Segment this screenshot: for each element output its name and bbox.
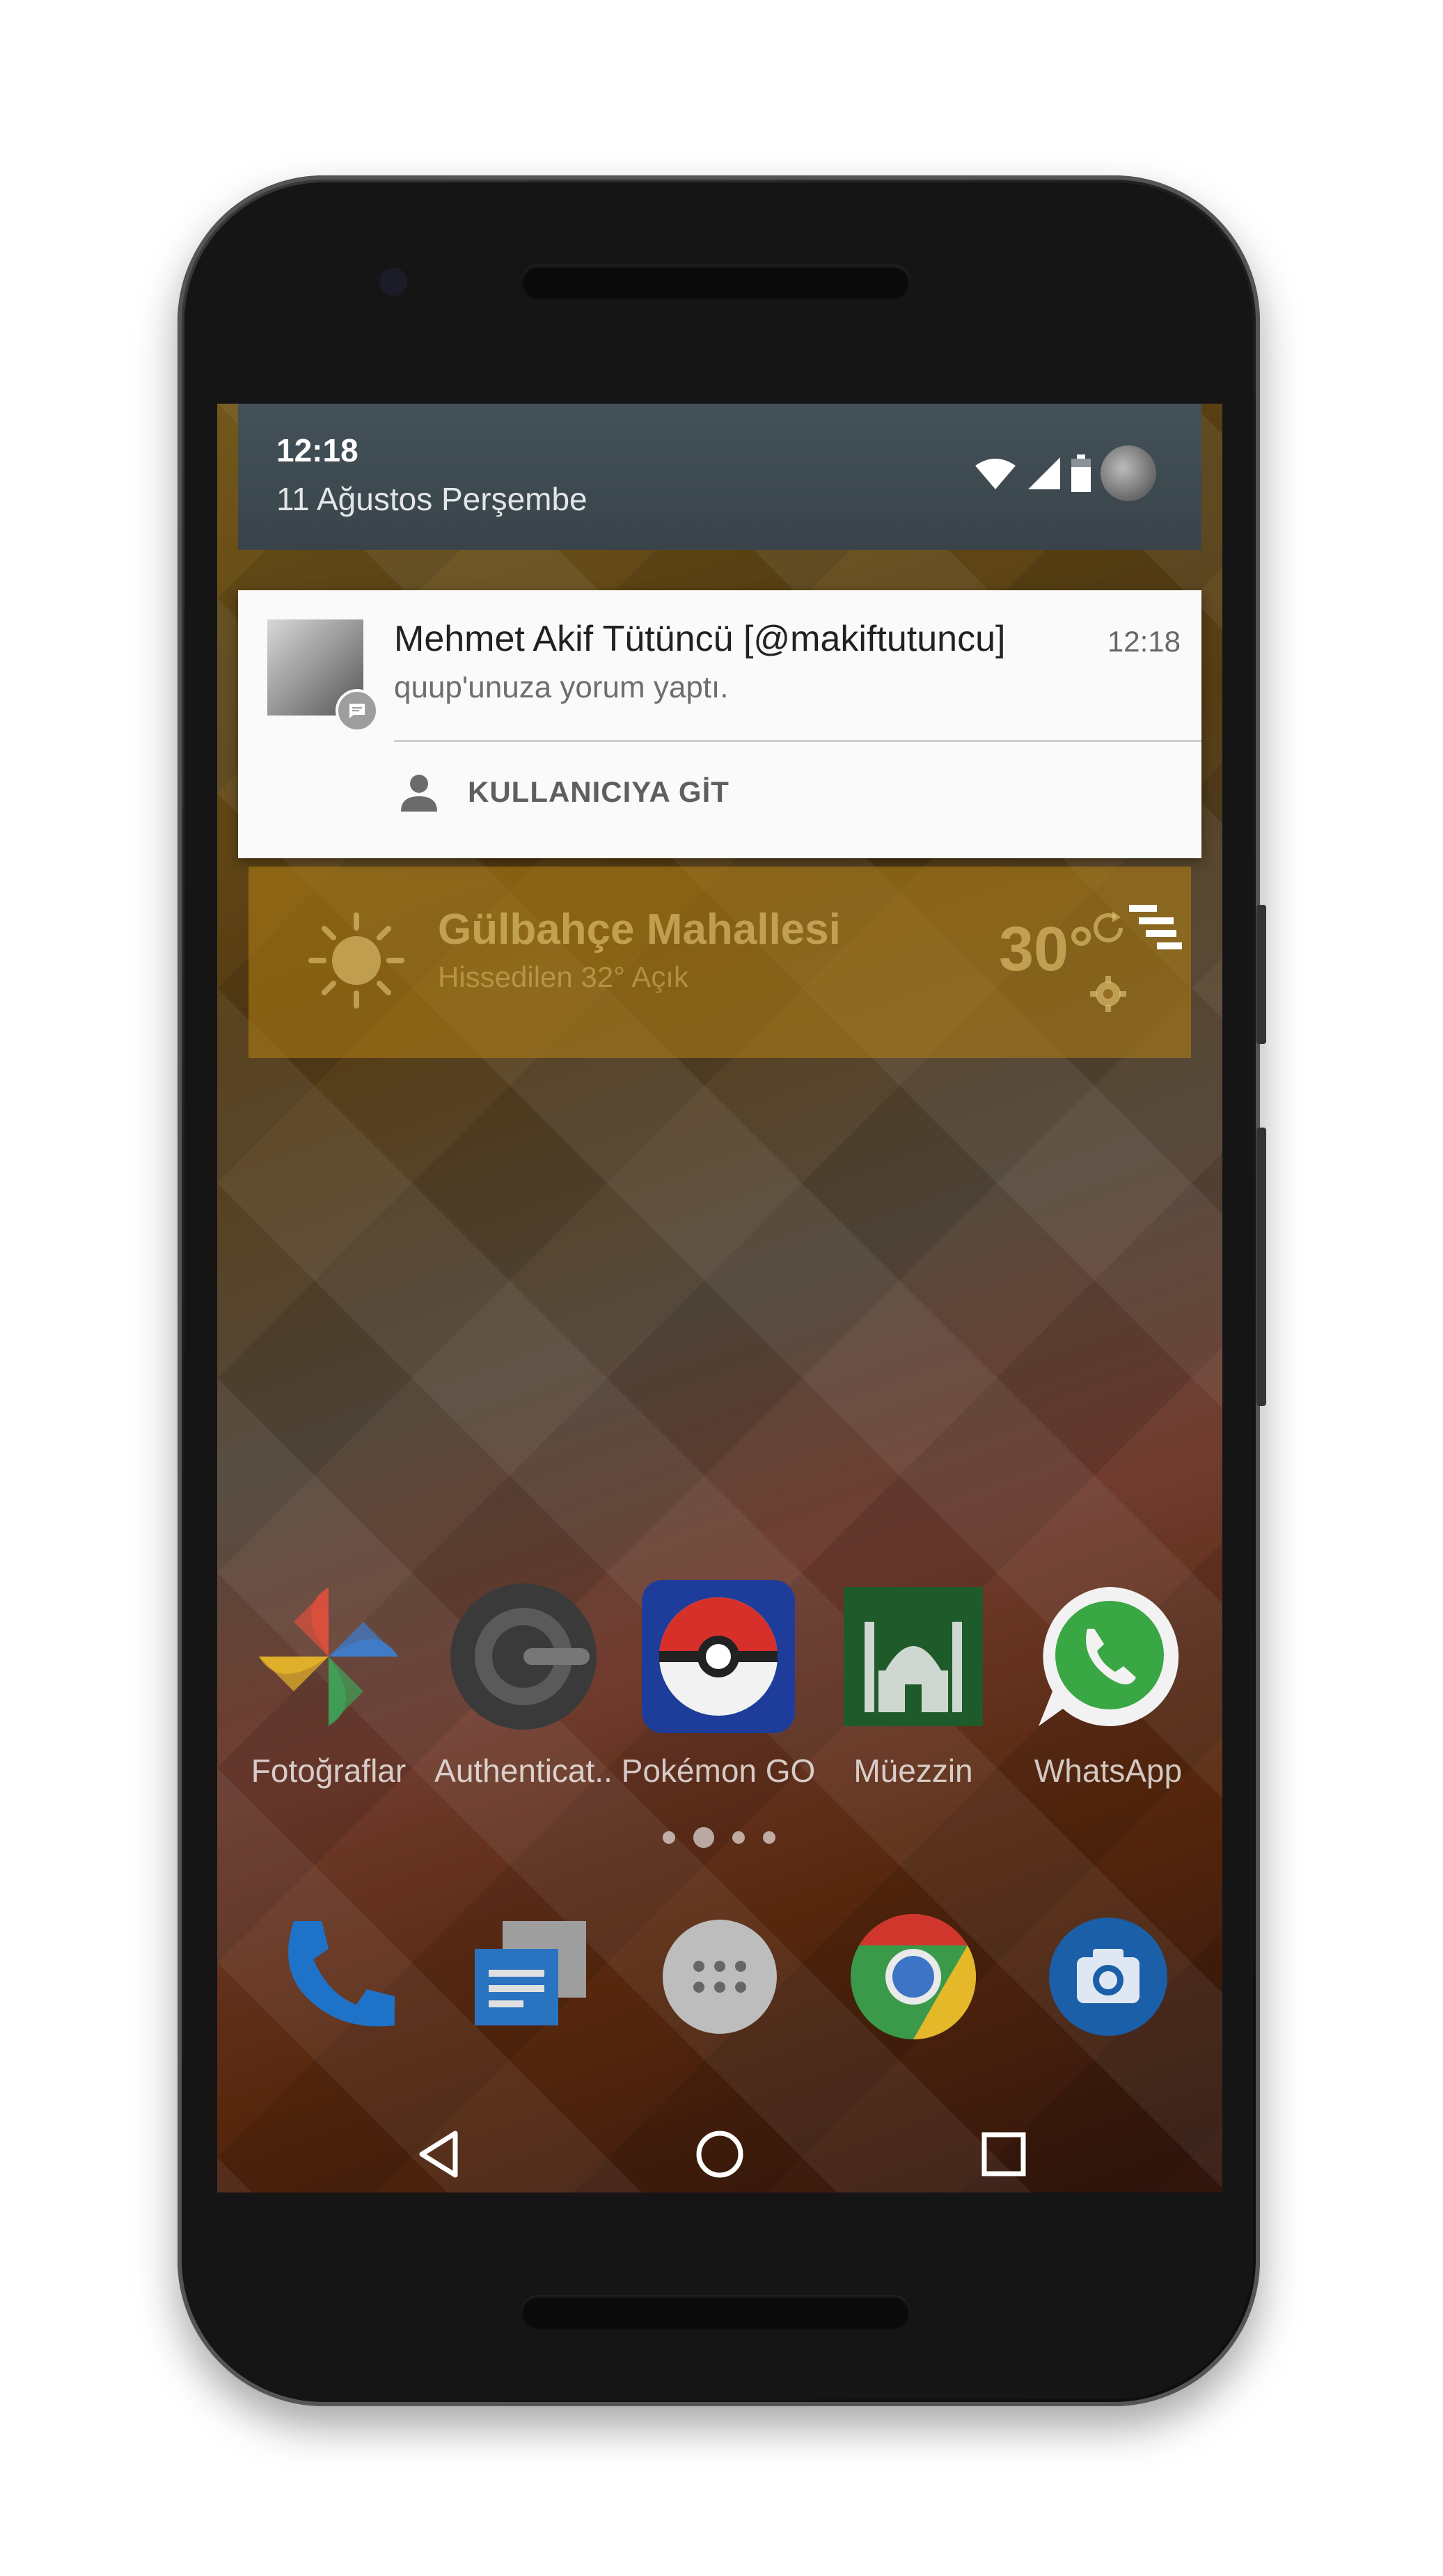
app-label: Müezzin [853, 1753, 973, 1789]
status-date: 11 Ağustos Perşembe [276, 481, 588, 517]
app-label: WhatsApp [1034, 1753, 1183, 1789]
mosque-icon [844, 1587, 983, 1726]
user-avatar[interactable] [1101, 445, 1156, 501]
notification-divider [394, 740, 1201, 742]
message-icon [336, 689, 379, 732]
chrome-icon[interactable] [844, 1907, 983, 2046]
weather-subtitle: Hissedilen 32° Açık [438, 961, 688, 993]
app-pokemon-go[interactable]: Pokémon GO [621, 1580, 816, 1789]
wifi-icon [975, 459, 1016, 489]
camera-icon[interactable] [1039, 1907, 1178, 2046]
person-icon [401, 775, 437, 812]
sun-icon [308, 912, 404, 1009]
page-dot-active [693, 1827, 714, 1848]
battery-icon [1071, 455, 1091, 492]
dock [217, 1907, 1222, 2074]
quup-logo-icon [1129, 905, 1182, 949]
volume-button [1256, 1128, 1266, 1406]
app-muezzin[interactable]: Müezzin [816, 1580, 1011, 1789]
status-time: 12:18 [276, 432, 358, 468]
page-dot [763, 1831, 775, 1844]
notification-text: quup'unuza yorum yaptı. [394, 670, 729, 704]
navigation-bar [217, 2102, 1222, 2192]
power-button [1256, 905, 1266, 1044]
front-camera [379, 268, 407, 296]
weather-location: Gülbahçe Mahallesi [438, 906, 841, 954]
notification-time: 12:18 [1107, 625, 1181, 658]
app-drawer-icon[interactable] [650, 1907, 789, 2046]
app-whatsapp[interactable]: WhatsApp [1011, 1580, 1206, 1789]
home-icon[interactable] [692, 2126, 748, 2182]
status-bar[interactable]: 12:18 11 Ağustos Perşembe [238, 404, 1201, 550]
phone-icon[interactable] [266, 1907, 405, 2046]
top-speaker [521, 264, 910, 299]
photos-icon [259, 1587, 398, 1726]
app-photos[interactable]: Fotoğraflar [231, 1580, 426, 1789]
notification-card[interactable]: Mehmet Akif Tütüncü [@makiftutuncu] 12:1… [238, 590, 1201, 858]
screen: 12:18 11 Ağustos Perşembe Mehmet Akif Tü… [217, 404, 1222, 2192]
signal-icon [1028, 457, 1060, 489]
back-icon[interactable] [412, 2126, 468, 2182]
recents-icon[interactable] [976, 2126, 1032, 2182]
page-dot [663, 1831, 675, 1844]
app-label: Authenticat.. [434, 1753, 613, 1789]
page-dot [732, 1831, 745, 1844]
notification-title: Mehmet Akif Tütüncü [@makiftutuncu] [394, 619, 1006, 659]
weather-temperature: 30° [999, 915, 1094, 984]
go-to-user-button[interactable]: KULLANICIYA GİT [398, 771, 730, 813]
whatsapp-icon [1039, 1586, 1179, 1726]
messenger-icon[interactable] [461, 1907, 600, 2046]
bottom-speaker [521, 2295, 910, 2330]
settings-icon[interactable] [1089, 974, 1128, 1013]
app-label: Fotoğraflar [251, 1753, 407, 1789]
pokeball-icon [642, 1580, 795, 1733]
action-label: KULLANICIYA GİT [468, 775, 730, 808]
weather-widget[interactable]: Gülbahçe Mahallesi Hissedilen 32° Açık 3… [249, 867, 1191, 1058]
page-indicator [663, 1827, 775, 1848]
status-icons [974, 445, 1156, 501]
app-authenticator[interactable]: Authenticat.. [426, 1580, 621, 1789]
authenticator-icon [450, 1583, 597, 1730]
app-label: Pokémon GO [621, 1753, 816, 1789]
